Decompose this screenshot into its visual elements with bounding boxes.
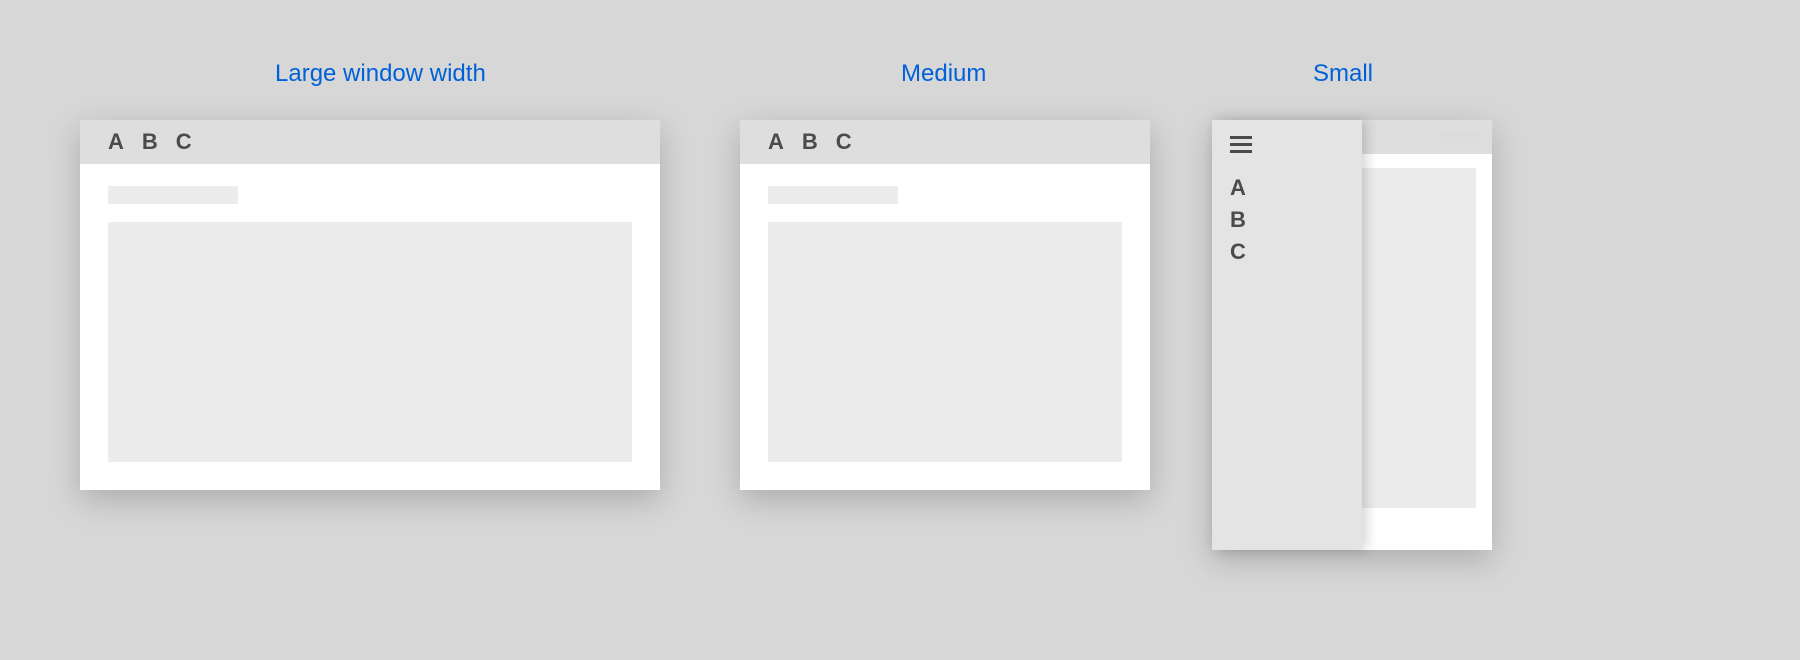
tab-b[interactable]: B: [142, 129, 158, 155]
tab-b[interactable]: B: [1230, 207, 1344, 233]
tab-c[interactable]: C: [176, 129, 192, 155]
body-placeholder: [108, 222, 632, 462]
tab-c[interactable]: C: [1230, 239, 1344, 265]
body-placeholder: [768, 222, 1122, 462]
window-small: A B C: [1212, 120, 1492, 550]
content-medium: [740, 164, 1150, 484]
title-placeholder: [108, 186, 238, 204]
title-placeholder: [1440, 131, 1480, 143]
label-large: Large window width: [275, 60, 486, 88]
content-large: [80, 164, 660, 484]
tab-c[interactable]: C: [836, 129, 852, 155]
label-medium: Medium: [901, 60, 986, 88]
tab-b[interactable]: B: [802, 129, 818, 155]
label-small: Small: [1313, 60, 1373, 88]
title-placeholder: [768, 186, 898, 204]
tab-a[interactable]: A: [768, 129, 784, 155]
topbar-large: A B C: [80, 120, 660, 164]
hamburger-icon[interactable]: [1230, 136, 1252, 153]
tab-a[interactable]: A: [108, 129, 124, 155]
window-large: A B C: [80, 120, 660, 490]
topbar-medium: A B C: [740, 120, 1150, 164]
tab-a[interactable]: A: [1230, 175, 1344, 201]
nav-drawer: A B C: [1212, 120, 1362, 550]
window-medium: A B C: [740, 120, 1150, 490]
